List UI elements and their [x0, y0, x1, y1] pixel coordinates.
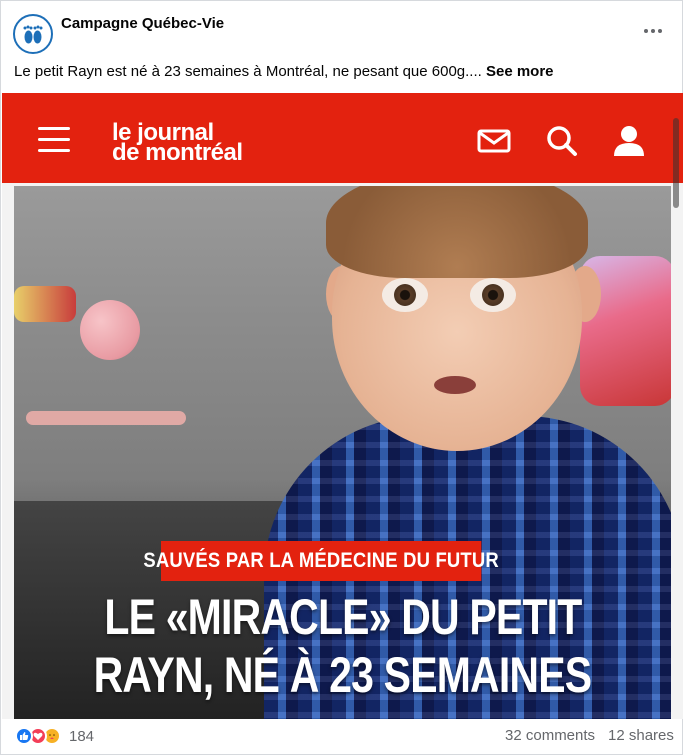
- headline-line-2-text: RAYN, NÉ À 23 SEMAINES: [93, 647, 592, 703]
- post-card: Campagne Québec-Vie Le petit Rayn est né…: [0, 0, 683, 755]
- photo-hair: [326, 186, 588, 278]
- more-dots-icon: [644, 29, 648, 33]
- user-icon: [614, 126, 644, 156]
- more-dot: [651, 29, 655, 33]
- page-name-link[interactable]: Campagne Québec-Vie: [61, 15, 224, 32]
- mail-icon: [477, 129, 511, 153]
- reactions-summary[interactable]: 184: [15, 727, 94, 745]
- more-options-button[interactable]: [639, 17, 667, 45]
- feet-logo-icon: [18, 19, 48, 49]
- see-more-link[interactable]: See more: [486, 63, 554, 80]
- comments-count-link[interactable]: 32 comments: [505, 727, 595, 744]
- more-dot: [658, 29, 662, 33]
- post-header: Campagne Québec-Vie: [1, 1, 683, 61]
- post-footer: 184 32 comments 12 shares: [1, 719, 683, 755]
- headline-line-2: RAYN, NÉ À 23 SEMAINES: [14, 646, 671, 704]
- article-kicker: SAUVÉS PAR LA MÉDECINE DU FUTUR: [143, 541, 499, 581]
- menu-icon: [38, 127, 70, 153]
- headline-line-1: LE «MIRACLE» DU PETIT: [14, 588, 671, 646]
- logo-line-2: de montréal: [112, 139, 243, 166]
- image-edge-shadow: [673, 118, 679, 208]
- journal-logo: le journal de montréal: [112, 121, 243, 166]
- photo-mouth: [434, 376, 476, 394]
- like-icon: [15, 727, 33, 745]
- photo-toy: [14, 286, 76, 322]
- post-image[interactable]: le journal de montréal SAUVÉS PAR LA MÉD…: [2, 93, 683, 719]
- reaction-count: 184: [69, 727, 95, 745]
- page-avatar[interactable]: [13, 14, 53, 54]
- journal-header-bar: le journal de montréal: [2, 93, 683, 183]
- photo-eye-left: [382, 278, 428, 312]
- photo-ball: [80, 300, 140, 360]
- headline-line-1-text: LE «MIRACLE» DU PETIT: [103, 589, 582, 645]
- photo-teether: [26, 411, 186, 425]
- baby-photo: SAUVÉS PAR LA MÉDECINE DU FUTUR LE «MIRA…: [14, 186, 671, 719]
- shares-count-link[interactable]: 12 shares: [608, 727, 674, 744]
- caption-text: Le petit Rayn est né à 23 semaines à Mon…: [14, 63, 482, 80]
- search-icon: [547, 126, 577, 156]
- photo-eye-right: [470, 278, 516, 312]
- post-caption: Le petit Rayn est né à 23 semaines à Mon…: [14, 63, 554, 80]
